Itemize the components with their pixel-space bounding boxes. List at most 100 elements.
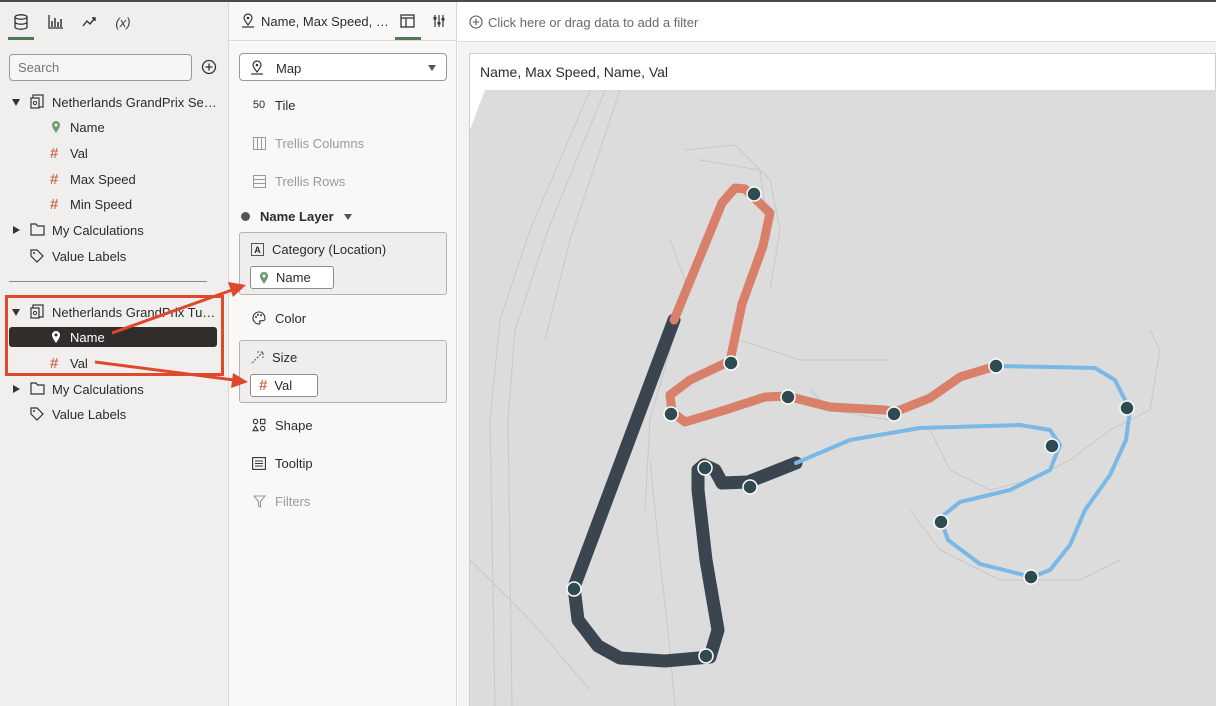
- my-calculations-folder-2[interactable]: My Calculations: [0, 378, 229, 400]
- turn-marker[interactable]: [780, 389, 796, 405]
- expand-caret-icon[interactable]: [13, 226, 20, 234]
- filter-icon: [251, 493, 267, 509]
- add-data-button[interactable]: [201, 59, 217, 75]
- plus-circle-icon: [469, 15, 483, 29]
- column-name[interactable]: Name: [0, 116, 229, 138]
- turn-marker[interactable]: [1044, 438, 1060, 454]
- filter-hint: Click here or drag data to add a filter: [488, 15, 699, 30]
- turn-marker[interactable]: [886, 406, 902, 422]
- tag-icon: [30, 407, 44, 421]
- turn-marker[interactable]: [1023, 569, 1039, 585]
- trellis-columns-label: Trellis Columns: [275, 135, 365, 151]
- track-map[interactable]: [470, 90, 1216, 706]
- layer-selector[interactable]: Name Layer: [241, 209, 352, 224]
- tab-grammar[interactable]: [395, 11, 421, 40]
- tile-label: Tile: [275, 97, 296, 113]
- viz-title: Name, Max Speed, Name, Val: [480, 64, 669, 80]
- size-drop-zone[interactable]: Size # Val: [239, 340, 447, 403]
- column-val[interactable]: # Val: [0, 142, 229, 164]
- tab-analytics[interactable]: [76, 10, 102, 34]
- folder-icon: [30, 382, 45, 395]
- expand-caret-icon[interactable]: [13, 385, 20, 393]
- grammar-panel: Name, Max Speed, … Map 50 Tile Trellis C…: [229, 2, 457, 706]
- annotation-highlight-box: [5, 295, 224, 376]
- tab-visualizations[interactable]: [42, 10, 68, 34]
- value-labels-item-2[interactable]: Value Labels: [0, 403, 229, 425]
- size-pill-val[interactable]: # Val: [250, 374, 318, 397]
- sliders-icon: [433, 15, 445, 27]
- turn-marker[interactable]: [663, 406, 679, 422]
- bar-chart-icon: [47, 15, 63, 29]
- filter-bar[interactable]: Click here or drag data to add a filter: [458, 2, 1216, 42]
- value-labels-item[interactable]: Value Labels: [0, 245, 229, 267]
- location-pin-icon: [52, 121, 60, 133]
- plus-circle-icon: [201, 59, 217, 75]
- trellis-rows-label: Trellis Rows: [275, 173, 346, 189]
- my-calculations-folder[interactable]: My Calculations: [0, 219, 229, 241]
- shapes-icon: [251, 417, 267, 433]
- search-input[interactable]: [9, 54, 192, 81]
- grammar-header: Name, Max Speed, …: [229, 2, 457, 41]
- tab-data[interactable]: [8, 10, 34, 40]
- turn-marker[interactable]: [723, 355, 739, 371]
- column-max-speed[interactable]: # Max Speed: [0, 168, 229, 190]
- map-visualization[interactable]: Name, Max Speed, Name, Val: [469, 53, 1216, 706]
- tab-calculations[interactable]: (x): [110, 10, 136, 34]
- pill-label: Val: [274, 378, 293, 393]
- column-label: Val: [70, 145, 88, 161]
- chevron-down-icon: [428, 65, 436, 71]
- pill-label: Name: [276, 270, 311, 285]
- column-label: Name: [70, 119, 105, 135]
- turn-marker[interactable]: [742, 479, 758, 495]
- folder-label: My Calculations: [52, 222, 144, 238]
- database-icon: [14, 14, 28, 30]
- turn-marker[interactable]: [746, 186, 762, 202]
- category-pill-name[interactable]: Name: [250, 266, 334, 289]
- data-panel-tabs: (x): [0, 2, 229, 42]
- color-item[interactable]: Color: [251, 308, 306, 328]
- shape-item[interactable]: Shape: [251, 415, 313, 435]
- layer-label: Name Layer: [260, 209, 334, 224]
- turn-marker[interactable]: [697, 460, 713, 476]
- tooltip-icon: [251, 455, 267, 471]
- data-source-name: Netherlands GrandPrix Sec…: [52, 94, 222, 110]
- canvas-area: Name, Max Speed, Name, Val: [458, 42, 1216, 706]
- turn-marker[interactable]: [566, 581, 582, 597]
- size-icon: [251, 351, 264, 364]
- column-min-speed[interactable]: # Min Speed: [0, 193, 229, 215]
- filters-label: Filters: [275, 493, 311, 509]
- column-label: Max Speed: [70, 171, 136, 187]
- text-attribute-icon: A: [251, 243, 264, 256]
- turn-marker[interactable]: [988, 358, 1004, 374]
- measure-hash-icon: #: [50, 195, 59, 213]
- turn-marker[interactable]: [698, 648, 714, 664]
- tooltip-item[interactable]: Tooltip: [251, 453, 313, 473]
- tag-icon: [30, 249, 44, 263]
- subject-area-icon: [30, 94, 44, 109]
- category-drop-zone[interactable]: A Category (Location) Name: [239, 232, 447, 295]
- category-label: Category (Location): [272, 242, 387, 257]
- trellis-rows-item[interactable]: Trellis Rows: [251, 171, 345, 191]
- folder-icon: [30, 223, 45, 236]
- tile-icon: 50: [252, 99, 266, 111]
- collapse-caret-icon[interactable]: [12, 99, 20, 106]
- layer-dot-icon: [241, 212, 250, 221]
- measure-hash-icon: #: [50, 144, 59, 162]
- tile-item[interactable]: 50 Tile: [251, 95, 296, 115]
- tooltip-label: Tooltip: [275, 455, 313, 471]
- column-label: Min Speed: [70, 196, 133, 212]
- filters-item[interactable]: Filters: [251, 491, 310, 511]
- calculations-icon: (x): [115, 14, 131, 30]
- value-labels-label: Value Labels: [52, 406, 127, 422]
- layout-icon: [400, 14, 415, 28]
- data-source-1[interactable]: Netherlands GrandPrix Sec…: [0, 91, 229, 113]
- turn-marker[interactable]: [1119, 400, 1135, 416]
- measure-hash-icon: #: [259, 377, 268, 394]
- location-pin-icon: [260, 271, 268, 284]
- viz-type-dropdown[interactable]: Map: [239, 53, 447, 81]
- color-label: Color: [275, 310, 307, 326]
- trellis-rows-icon: [251, 173, 267, 189]
- tab-properties[interactable]: [429, 11, 451, 33]
- turn-marker[interactable]: [933, 514, 949, 530]
- trellis-columns-item[interactable]: Trellis Columns: [251, 133, 364, 153]
